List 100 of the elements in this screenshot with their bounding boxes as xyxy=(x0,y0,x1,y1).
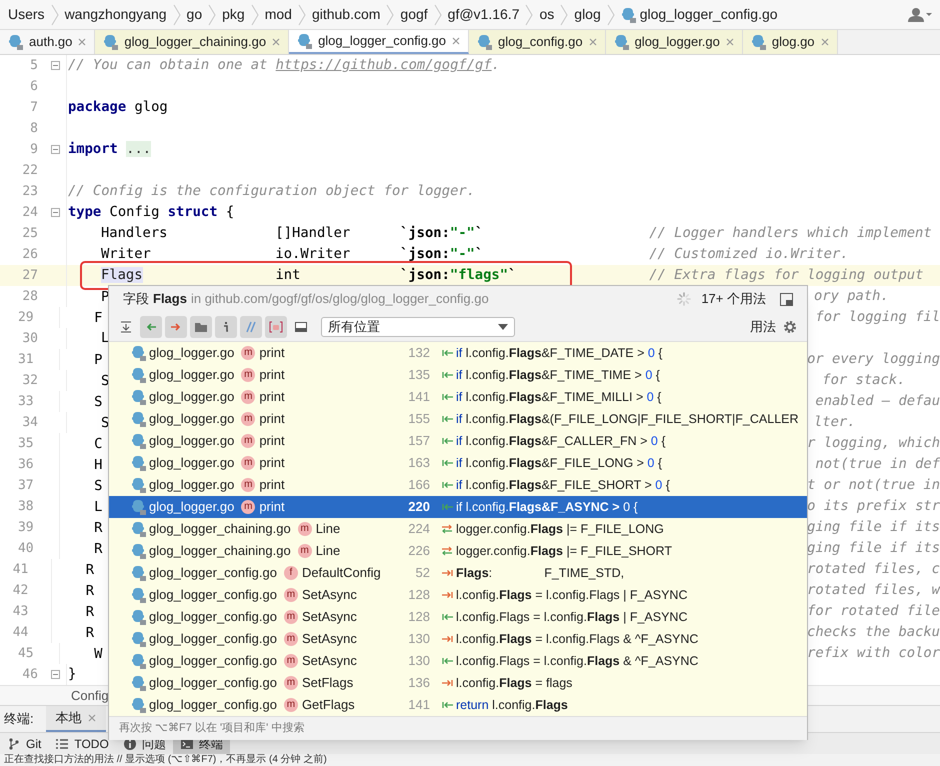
tool-window-button[interactable]: TODO xyxy=(48,733,116,754)
breadcrumb-item[interactable]: gf@v1.16.7 xyxy=(448,4,520,25)
close-icon[interactable] xyxy=(88,714,96,722)
toolbar-button[interactable] xyxy=(265,316,287,338)
member-badge: m xyxy=(241,390,256,404)
terminal-tab[interactable]: 本地 xyxy=(46,706,106,732)
scope-dropdown[interactable]: 所有位置 xyxy=(321,316,515,336)
member-name: print xyxy=(259,344,285,362)
usage-row[interactable]: glog_logger_chaining.go m Line 224 logger.config.Flags |= F_FILE_LONG xyxy=(109,518,807,540)
file-icon xyxy=(131,609,146,625)
editor-tab[interactable]: glog_logger_chaining.go xyxy=(95,30,290,54)
breadcrumb-item[interactable]: mod xyxy=(264,4,292,25)
toolbar-button[interactable] xyxy=(165,316,187,338)
breadcrumb-item[interactable]: Users xyxy=(8,4,45,25)
breadcrumb-item[interactable]: gogf xyxy=(400,4,428,25)
member-badge: m xyxy=(284,610,298,624)
line-number: 24 xyxy=(22,204,38,222)
code-comment: ory path. xyxy=(814,287,889,306)
close-icon[interactable] xyxy=(272,38,280,46)
code-snippet: logger.config.Flags |= F_FILE_SHORT xyxy=(456,542,672,560)
usage-row[interactable]: glog_logger_config.go m SetAsync 130 l.config.Flags = l.config.Flags & ^F_ASYNC xyxy=(109,650,807,672)
toolbar-button[interactable] xyxy=(140,316,162,338)
code-comment: for stack. xyxy=(821,371,906,390)
usage-row[interactable]: glog_logger.go m print 155 if l.config.Flags&(F_FILE_LONG|F_FILE_SHORT|F_CALLER xyxy=(109,408,807,430)
member-badge: m xyxy=(284,654,298,668)
toolbar-button[interactable] xyxy=(190,316,212,338)
breadcrumb-item[interactable]: pkg xyxy=(222,4,245,25)
file-name: glog_logger.go xyxy=(149,388,234,406)
member-name: print xyxy=(259,410,285,428)
tool-window-button[interactable]: Git xyxy=(0,733,48,754)
code-comment: refix with color xyxy=(807,644,940,664)
group-label: 用法 xyxy=(750,318,776,336)
code-snippet: l.config.Flags = l.config.Flags & ^F_ASYNC xyxy=(456,652,698,670)
file-icon xyxy=(750,34,766,50)
file-name: glog_logger.go xyxy=(149,476,234,494)
breadcrumb-item[interactable]: github.com xyxy=(312,4,380,25)
breadcrumb-item[interactable]: go xyxy=(186,4,202,25)
file-name: glog_logger.go xyxy=(149,410,234,428)
usage-row[interactable]: glog_logger.go m print 135 if l.config.Flags&F_TIME_TIME > 0 { xyxy=(109,364,807,386)
window-icon[interactable] xyxy=(780,292,793,306)
usage-row[interactable]: glog_logger.go m print 132 if l.config.Flags&F_TIME_DATE > 0 { xyxy=(109,342,807,364)
code-line: package glog xyxy=(68,98,168,118)
usage-row[interactable]: glog_logger.go m print 163 if l.config.Flags&F_FILE_LONG > 0 { xyxy=(109,452,807,474)
file-icon xyxy=(131,565,146,581)
close-icon[interactable] xyxy=(726,38,734,46)
usage-row[interactable]: glog_logger_config.go m GetFlags 141 return l.config.Flags xyxy=(109,694,807,716)
editor-tab[interactable]: glog.go xyxy=(742,30,838,54)
usage-row[interactable]: glog_logger_config.go m SetFlags 136 l.config.Flags = flags xyxy=(109,672,807,694)
line-number: 41 xyxy=(12,560,28,579)
close-icon[interactable] xyxy=(820,38,829,46)
editor-tab[interactable]: glog_logger_config.go xyxy=(289,30,469,54)
breadcrumb-item[interactable]: os xyxy=(539,4,554,25)
member-name: Line xyxy=(316,520,340,538)
code-text: R xyxy=(94,540,102,556)
usage-row[interactable]: glog_logger.go m print 166 if l.config.Flags&F_FILE_SHORT > 0 { xyxy=(109,474,807,496)
code-line: type Config struct { xyxy=(68,203,234,222)
fold-icon[interactable] xyxy=(50,208,60,217)
toolbar-button[interactable] xyxy=(215,316,237,338)
chevron-icon xyxy=(298,4,306,26)
file-name: glog_logger_config.go xyxy=(149,608,277,626)
fold-icon[interactable] xyxy=(50,145,60,154)
usage-row[interactable]: glog_logger_config.go f DefaultConfig 52 Flags: F_TIME_STD, xyxy=(109,562,807,584)
breadcrumb-item[interactable]: glog_logger_config.go xyxy=(640,4,778,25)
code-text: S xyxy=(94,394,102,410)
code-comment: lter. xyxy=(814,413,856,432)
structure-breadcrumb[interactable]: Config xyxy=(71,686,109,706)
editor-tab[interactable]: glog_config.go xyxy=(469,30,606,54)
usage-row[interactable]: glog_logger.go m print 220 if l.config.Flags&F_ASYNC > 0 { xyxy=(109,496,807,518)
fold-icon[interactable] xyxy=(50,670,60,679)
breadcrumb-item[interactable]: wangzhongyang xyxy=(64,4,167,25)
usage-row[interactable]: glog_logger_config.go m SetAsync 128 l.config.Flags = l.config.Flags | F_ASYNC xyxy=(109,606,807,628)
code-snippet: if l.config.Flags&(F_FILE_LONG|F_FILE_SHORT|F_CALLER xyxy=(456,410,799,428)
file-icon xyxy=(131,345,146,361)
editor-tab[interactable]: auth.go xyxy=(0,30,96,54)
settings-icon[interactable] xyxy=(783,320,797,334)
breadcrumb-item[interactable]: glog xyxy=(574,4,601,25)
line-number: 8 xyxy=(30,120,38,138)
member-badge: m xyxy=(284,676,298,690)
usage-row[interactable]: glog_logger.go m print 157 if l.config.Flags&F_CALLER_FN > 0 { xyxy=(109,430,807,452)
code-text: L xyxy=(94,498,102,514)
close-icon[interactable] xyxy=(588,38,597,46)
close-icon[interactable] xyxy=(78,38,86,46)
member-name: SetAsync xyxy=(302,652,357,670)
usage-row[interactable]: glog_logger.go m print 141 if l.config.Flags&F_TIME_MILLI > 0 { xyxy=(109,386,807,408)
code-text: H xyxy=(94,456,102,472)
file-icon xyxy=(297,33,312,49)
usage-row[interactable]: glog_logger_config.go m SetAsync 130 l.config.Flags = l.config.Flags & ^F_ASYNC xyxy=(109,628,807,650)
close-icon[interactable] xyxy=(452,37,460,45)
file-icon xyxy=(131,455,146,471)
usage-row[interactable]: glog_logger_config.go m SetAsync 128 l.config.Flags = l.config.Flags | F_ASYNC xyxy=(109,584,807,606)
field-name: Flags xyxy=(153,290,187,308)
usage-count: 17+ 个用法 xyxy=(701,290,766,308)
file-icon xyxy=(131,367,146,383)
chevron-icon xyxy=(525,4,534,26)
editor-tab[interactable]: glog_logger.go xyxy=(606,30,743,54)
usage-row[interactable]: glog_logger_chaining.go m Line 226 logger.config.Flags |= F_FILE_SHORT xyxy=(109,540,807,562)
file-icon xyxy=(131,433,146,449)
line-number: 35 xyxy=(18,434,34,453)
user-icon[interactable] xyxy=(908,6,932,22)
fold-icon[interactable] xyxy=(50,61,60,70)
